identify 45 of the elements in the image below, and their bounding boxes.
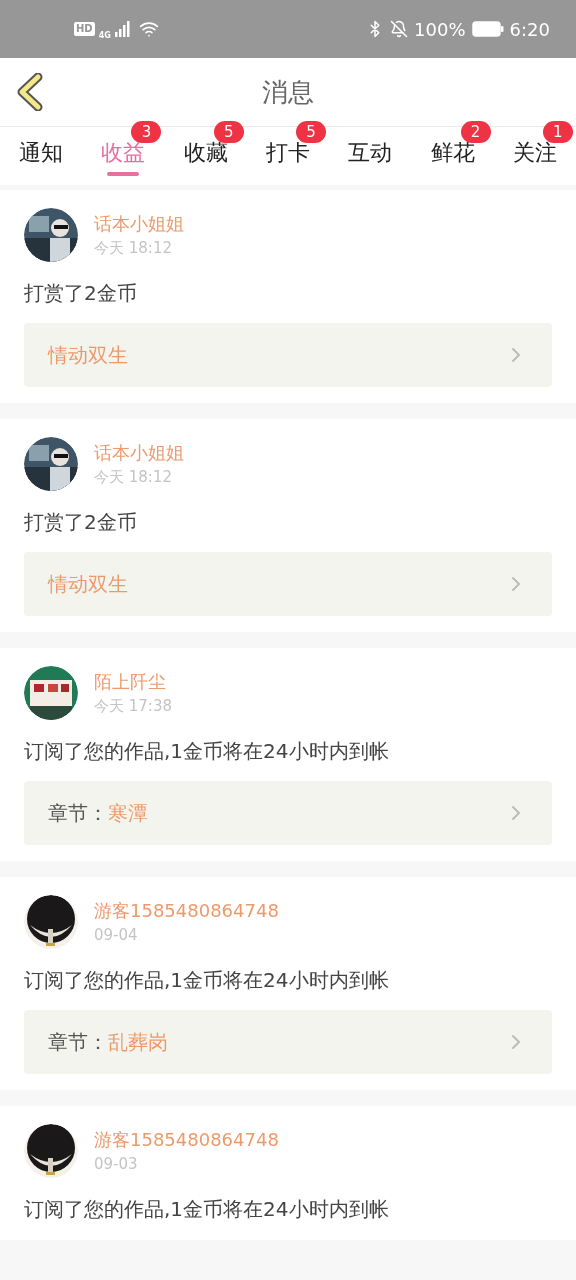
tab[interactable]: 打卡 5: [246, 117, 330, 185]
message-time: 09-04: [94, 925, 139, 946]
user-name: 话本小姐姐: [94, 212, 184, 236]
link-title: 寒潭: [108, 800, 148, 827]
tab-underline: [107, 172, 140, 176]
message-text: 订阅了您的作品,1金币将在24小时内到帐: [24, 1196, 390, 1223]
wifi-icon: [138, 19, 159, 39]
signal-icon: [114, 21, 131, 37]
count-badge: 2: [460, 121, 491, 143]
link-label: 章节：: [48, 800, 108, 827]
user-name: 陌上阡尘: [94, 670, 167, 694]
network-label: 4G: [98, 30, 111, 42]
link-title: 情动双生: [48, 342, 128, 369]
message-time: 今天 18:12: [94, 238, 173, 259]
tab[interactable]: 关注 1: [493, 117, 576, 185]
user-name: 游客1585480864748: [94, 899, 279, 923]
message-text: 打赏了2金币: [24, 280, 138, 307]
clock: 6:20: [509, 17, 550, 42]
message-time: 09-03: [94, 1154, 139, 1175]
message-text: 订阅了您的作品,1金币将在24小时内到帐: [24, 967, 390, 994]
message-text: 订阅了您的作品,1金币将在24小时内到帐: [24, 738, 390, 765]
tab[interactable]: 鲜花 2: [411, 117, 494, 185]
user-name: 话本小姐姐: [94, 441, 184, 465]
work-link[interactable]: 章节：寒潭: [24, 781, 552, 845]
work-link[interactable]: 章节：乱葬岗: [24, 1010, 552, 1074]
count-badge: 3: [131, 121, 162, 143]
tab[interactable]: 互动: [329, 117, 412, 185]
message-time: 今天 18:12: [94, 467, 173, 488]
message-text: 打赏了2金币: [24, 509, 138, 536]
tab[interactable]: 收益 3: [82, 117, 165, 185]
tab[interactable]: 收藏 5: [164, 117, 247, 185]
count-badge: 1: [542, 121, 573, 143]
tab[interactable]: 通知: [0, 117, 83, 185]
back-icon: [16, 73, 44, 111]
hd-label: HD: [74, 22, 95, 36]
link-title: 情动双生: [48, 571, 128, 598]
battery-icon: [471, 21, 504, 37]
battery-percent: 100%: [414, 17, 466, 42]
count-badge: 5: [296, 121, 326, 143]
message-time: 今天 17:38: [94, 696, 172, 717]
user-name: 游客1585480864748: [94, 1128, 279, 1152]
link-title: 乱葬岗: [108, 1029, 168, 1056]
page-title: 消息: [262, 75, 314, 109]
link-label: 章节：: [48, 1029, 108, 1056]
bell-off-icon: [390, 20, 409, 38]
